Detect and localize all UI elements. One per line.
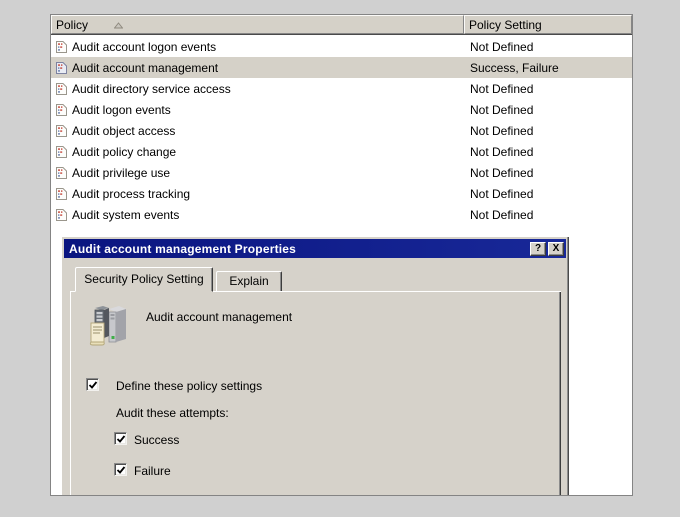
table-row[interactable]: Audit privilege use Not Defined bbox=[51, 162, 632, 183]
checkmark-icon bbox=[88, 380, 98, 390]
policy-cell: Audit object access bbox=[72, 124, 175, 138]
column-header-policy-setting-label: Policy Setting bbox=[469, 17, 542, 33]
setting-cell: Not Defined bbox=[464, 40, 632, 54]
properties-dialog: Audit account management Properties ? X … bbox=[61, 236, 569, 495]
policy-doc-icon bbox=[55, 40, 68, 54]
audit-attempts-label: Audit these attempts: bbox=[116, 406, 229, 420]
tab-security-policy-setting[interactable]: Security Policy Setting bbox=[75, 267, 213, 292]
dialog-policy-name: Audit account management bbox=[146, 310, 292, 324]
dialog-titlebar[interactable]: Audit account management Properties ? X bbox=[64, 239, 566, 258]
table-row[interactable]: Audit logon events Not Defined bbox=[51, 99, 632, 120]
table-row[interactable]: Audit process tracking Not Defined bbox=[51, 183, 632, 204]
failure-label[interactable]: Failure bbox=[134, 464, 171, 478]
policy-cell: Audit logon events bbox=[72, 103, 171, 117]
policy-doc-icon bbox=[55, 82, 68, 96]
dialog-title: Audit account management Properties bbox=[69, 242, 296, 256]
policy-cell: Audit directory service access bbox=[72, 82, 231, 96]
checkmark-icon bbox=[116, 434, 126, 444]
setting-cell: Not Defined bbox=[464, 166, 632, 180]
define-policy-label[interactable]: Define these policy settings bbox=[116, 379, 262, 393]
setting-cell: Not Defined bbox=[464, 145, 632, 159]
policy-doc-icon bbox=[55, 166, 68, 180]
sort-ascending-icon bbox=[114, 17, 123, 33]
policy-cell: Audit account logon events bbox=[72, 40, 216, 54]
policy-cell: Audit privilege use bbox=[72, 166, 170, 180]
success-label[interactable]: Success bbox=[134, 433, 179, 447]
policy-cell: Audit system events bbox=[72, 208, 179, 222]
policy-doc-icon bbox=[55, 145, 68, 159]
table-row[interactable]: Audit directory service access Not Defin… bbox=[51, 78, 632, 99]
tab-explain[interactable]: Explain bbox=[216, 271, 282, 292]
list-header: Policy Policy Setting bbox=[51, 15, 632, 35]
tab-label: Explain bbox=[229, 274, 268, 288]
checkmark-icon bbox=[116, 465, 126, 475]
column-header-policy-setting[interactable]: Policy Setting bbox=[464, 15, 632, 34]
security-policy-icon bbox=[89, 305, 129, 349]
policy-cell: Audit policy change bbox=[72, 145, 176, 159]
table-row[interactable]: Audit system events Not Defined bbox=[51, 204, 632, 225]
success-checkbox[interactable] bbox=[114, 432, 127, 445]
policy-doc-icon bbox=[55, 187, 68, 201]
setting-cell: Not Defined bbox=[464, 82, 632, 96]
policy-cell: Audit process tracking bbox=[72, 187, 190, 201]
table-row-selected[interactable]: Audit account management Success, Failur… bbox=[51, 57, 632, 78]
policy-doc-icon bbox=[55, 61, 68, 75]
setting-cell: Success, Failure bbox=[464, 61, 632, 75]
security-policy-setting-pane: Audit account management Define these po… bbox=[70, 291, 561, 495]
table-row[interactable]: Audit policy change Not Defined bbox=[51, 141, 632, 162]
setting-cell: Not Defined bbox=[464, 208, 632, 222]
setting-cell: Not Defined bbox=[464, 103, 632, 117]
setting-cell: Not Defined bbox=[464, 124, 632, 138]
list-rows: Audit account logon events Not Defined A… bbox=[51, 36, 632, 225]
policy-doc-icon bbox=[55, 103, 68, 117]
define-policy-checkbox[interactable] bbox=[86, 378, 99, 391]
policy-doc-icon bbox=[55, 124, 68, 138]
table-row[interactable]: Audit account logon events Not Defined bbox=[51, 36, 632, 57]
setting-cell: Not Defined bbox=[464, 187, 632, 201]
policy-cell: Audit account management bbox=[72, 61, 218, 75]
column-header-policy-label: Policy bbox=[56, 17, 88, 33]
failure-checkbox[interactable] bbox=[114, 463, 127, 476]
table-row[interactable]: Audit object access Not Defined bbox=[51, 120, 632, 141]
help-button[interactable]: ? bbox=[530, 242, 546, 256]
close-button[interactable]: X bbox=[548, 242, 564, 256]
column-header-policy[interactable]: Policy bbox=[51, 15, 464, 34]
tab-label: Security Policy Setting bbox=[84, 272, 203, 286]
policy-doc-icon bbox=[55, 208, 68, 222]
